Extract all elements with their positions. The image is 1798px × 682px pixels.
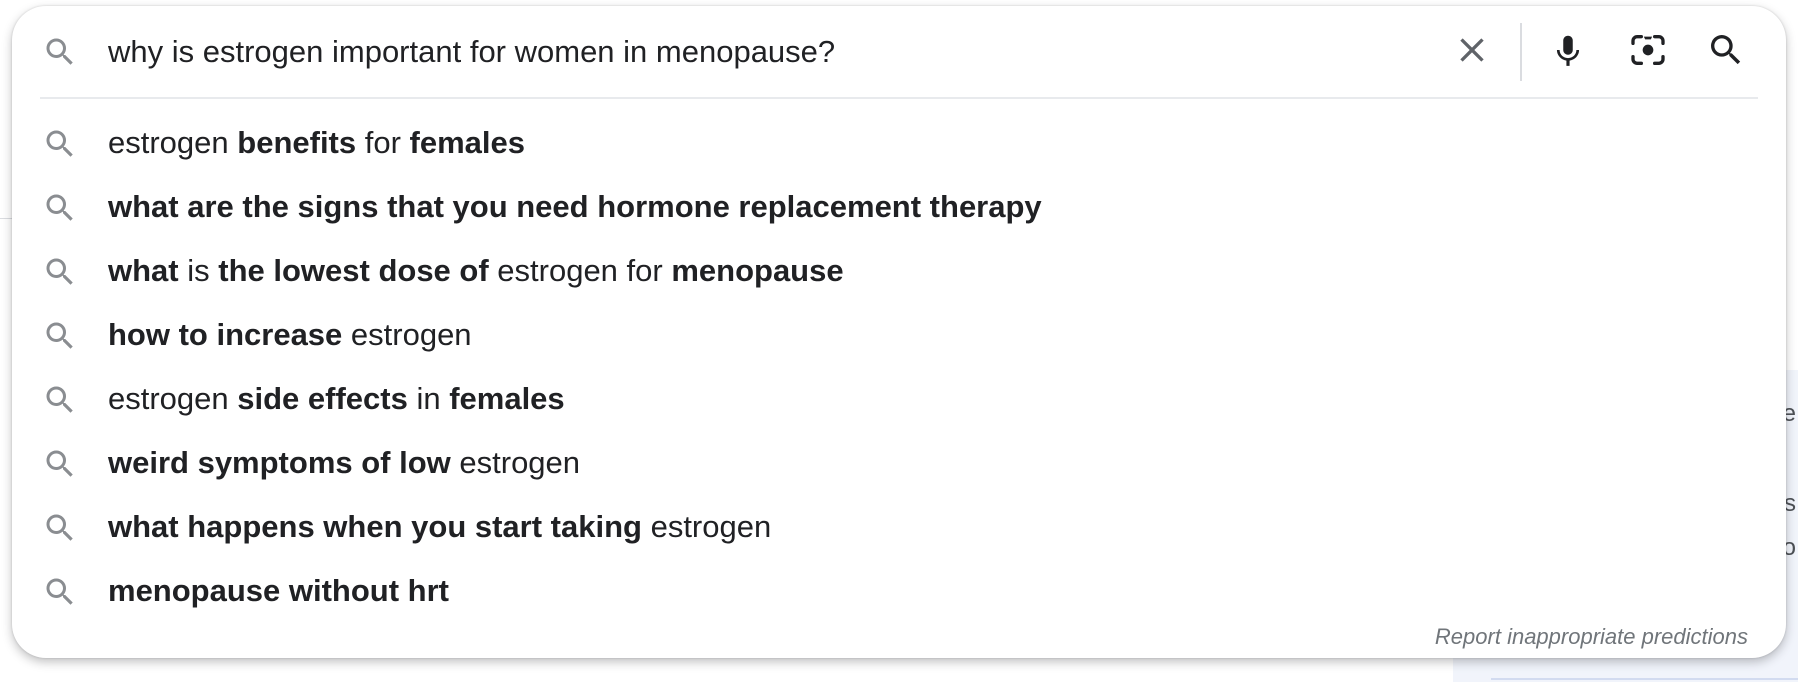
suggestion-list: estrogen benefits for females what are t… <box>12 112 1786 624</box>
suggestion-text: what happens when you start taking estro… <box>108 507 771 547</box>
suggestion-item[interactable]: how to increase estrogen <box>12 304 1786 368</box>
suggestion-text-segment: menopause without hrt <box>108 573 449 608</box>
suggestion-item[interactable]: estrogen side effects in females <box>12 368 1786 432</box>
search-icon <box>1706 30 1746 75</box>
suggestion-text-segment: the lowest dose of <box>218 253 489 288</box>
suggestion-text-segment: estrogen <box>450 445 581 480</box>
suggestion-text: what are the signs that you need hormone… <box>108 187 1042 227</box>
search-bar-divider <box>40 97 1758 99</box>
search-icon <box>42 190 78 226</box>
report-predictions-link[interactable]: Report inappropriate predictions <box>1435 624 1748 650</box>
suggestion-text-segment: females <box>449 381 565 416</box>
camera-lens-icon <box>1628 30 1668 75</box>
search-icon <box>42 34 78 70</box>
search-icon <box>42 446 78 482</box>
close-icon <box>1452 30 1492 75</box>
voice-search-button[interactable] <box>1544 28 1592 76</box>
search-input[interactable] <box>108 26 1408 78</box>
microphone-icon <box>1549 31 1587 74</box>
suggestion-text-segment: benefits <box>237 125 357 160</box>
suggestion-text-segment: side effects <box>237 381 408 416</box>
suggestion-text-segment: what are the signs that you need hormone… <box>108 189 1042 224</box>
suggestion-text-segment: estrogen for <box>488 253 672 288</box>
suggestion-text-segment: weird symptoms of low <box>108 445 451 480</box>
suggestion-text-segment: menopause <box>671 253 844 288</box>
suggestion-text-segment: females <box>409 125 525 160</box>
search-icon <box>42 382 78 418</box>
suggestion-text: weird symptoms of low estrogen <box>108 443 580 483</box>
clear-button[interactable] <box>1448 28 1496 76</box>
suggestion-text-segment: estrogen <box>108 125 238 160</box>
search-icon <box>42 126 78 162</box>
suggestion-text-segment: what <box>108 253 179 288</box>
suggestion-text-segment: for <box>356 125 410 160</box>
suggestion-item[interactable]: what are the signs that you need hormone… <box>12 176 1786 240</box>
suggestion-text-segment: estrogen <box>108 381 238 416</box>
suggestion-text-segment: what happens when you start taking <box>108 509 642 544</box>
suggestion-text-segment: how to increase <box>108 317 343 352</box>
suggestion-text-segment: in <box>407 381 450 416</box>
suggestion-text-segment: estrogen <box>342 317 472 352</box>
suggestion-item[interactable]: what happens when you start taking estro… <box>12 496 1786 560</box>
search-autocomplete-dropdown: estrogen benefits for females what are t… <box>12 6 1786 658</box>
suggestion-text: how to increase estrogen <box>108 315 472 355</box>
search-icon <box>42 510 78 546</box>
suggestion-text-segment: estrogen <box>641 509 772 544</box>
suggestion-text: estrogen side effects in females <box>108 379 565 419</box>
search-icon <box>42 254 78 290</box>
search-icon <box>42 574 78 610</box>
background-panel-line <box>1491 678 1798 680</box>
suggestion-text: estrogen benefits for females <box>108 123 525 163</box>
image-search-button[interactable] <box>1624 28 1672 76</box>
suggestion-item[interactable]: what is the lowest dose of estrogen for … <box>12 240 1786 304</box>
suggestion-item[interactable]: menopause without hrt <box>12 560 1786 624</box>
suggestion-item[interactable]: weird symptoms of low estrogen <box>12 432 1786 496</box>
suggestion-text-segment: is <box>178 253 219 288</box>
toolbar-divider <box>1520 23 1522 81</box>
search-submit-button[interactable] <box>1702 28 1750 76</box>
suggestion-text: menopause without hrt <box>108 571 449 611</box>
suggestion-item[interactable]: estrogen benefits for females <box>12 112 1786 176</box>
search-icon <box>42 318 78 354</box>
search-bar <box>12 6 1786 98</box>
suggestion-text: what is the lowest dose of estrogen for … <box>108 251 844 291</box>
